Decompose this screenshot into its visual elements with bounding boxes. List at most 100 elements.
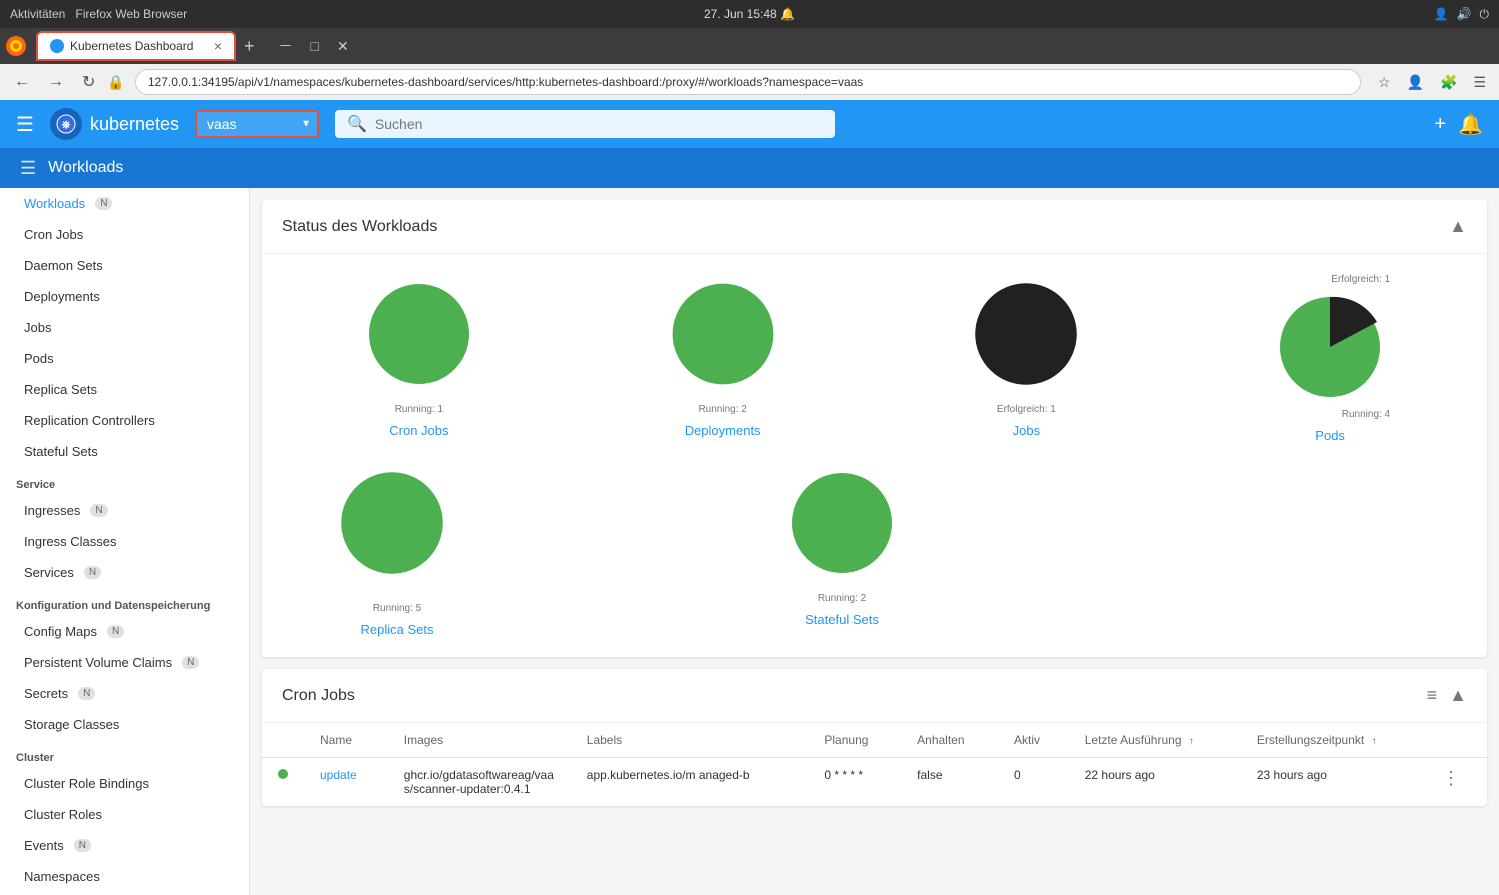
os-sound-icon[interactable]: 🔊 [1457, 7, 1472, 21]
cell-row-actions: ⋮ [1426, 758, 1487, 807]
browser-chrome: Kubernetes Dashboard × + － □ ✕ ← → ↻ 🔒 ☆… [0, 28, 1499, 100]
sidebar-pvc-label: Persistent Volume Claims [24, 655, 172, 670]
window-close-button[interactable]: ✕ [329, 36, 357, 57]
sidebar-cron-jobs-label: Cron Jobs [24, 227, 83, 242]
sidebar-item-events[interactable]: Events N [0, 830, 249, 861]
main-content: Workloads N Cron Jobs Daemon Sets Deploy… [0, 188, 1499, 895]
col-labels: Labels [571, 723, 809, 758]
workload-status-card: Status des Workloads ▲ Running: 1 Cron J… [262, 200, 1487, 657]
bookmark-button[interactable]: ☆ [1373, 72, 1396, 93]
cron-jobs-table: Name Images Labels Planung Anhalten Akti… [262, 723, 1487, 806]
refresh-button[interactable]: ↻ [76, 70, 101, 94]
window-controls: － □ ✕ [271, 34, 357, 58]
sidebar-item-ingress-classes[interactable]: Ingress Classes [0, 526, 249, 557]
sidebar-item-services[interactable]: Services N [0, 557, 249, 588]
sidebar-item-deployments[interactable]: Deployments [0, 281, 249, 312]
kubernetes-logo-icon: ⎈ [50, 108, 82, 140]
col-name: Name [304, 723, 388, 758]
extensions-button[interactable]: 🧩 [1435, 72, 1462, 93]
firefox-icon [4, 34, 28, 58]
sidebar-item-ingresses[interactable]: Ingresses N [0, 495, 249, 526]
sidebar-cluster-roles-label: Cluster Roles [24, 807, 102, 822]
namespace-selector-wrapper[interactable]: vaas default kube-system kube-public ▼ [195, 110, 319, 138]
sidebar-config-maps-badge: N [107, 625, 124, 638]
stateful-sets-running-label: Running: 2 [818, 593, 866, 604]
pods-chart-wrapper: Erfolgreich: 1 Running: 4 [1270, 274, 1390, 420]
os-power-icon[interactable]: ⏻ [1480, 7, 1490, 22]
filter-icon[interactable]: ≡ [1427, 685, 1438, 706]
workload-status-title: Status des Workloads [282, 218, 437, 236]
cron-jobs-collapse-icon[interactable]: ▲ [1449, 685, 1467, 706]
sidebar-item-cluster-role-bindings[interactable]: Cluster Role Bindings [0, 768, 249, 799]
chart-pods: Erfolgreich: 1 Running: 4 [1270, 274, 1390, 443]
os-user-icon[interactable]: 👤 [1434, 7, 1449, 21]
menu-button[interactable]: ☰ [1468, 72, 1491, 93]
collapse-icon[interactable]: ▲ [1449, 216, 1467, 237]
sidebar-item-storage-classes[interactable]: Storage Classes [0, 709, 249, 740]
row-name-link[interactable]: update [320, 768, 357, 782]
chart-jobs: Erfolgreich: 1 Jobs [966, 274, 1086, 443]
search-input[interactable] [375, 116, 823, 132]
top-nav: ☰ ⎈ kubernetes vaas default kube-system … [0, 100, 1499, 148]
sidebar-item-secrets[interactable]: Secrets N [0, 678, 249, 709]
sidebar-item-pvc[interactable]: Persistent Volume Claims N [0, 647, 249, 678]
sidebar-services-badge: N [84, 566, 101, 579]
sidebar-deployments-label: Deployments [24, 289, 100, 304]
back-button[interactable]: ← [8, 71, 36, 93]
cell-aktiv: 0 [998, 758, 1069, 807]
window-minimize-button[interactable]: － [271, 34, 301, 58]
sidebar-item-daemon-sets[interactable]: Daemon Sets [0, 250, 249, 281]
os-activities[interactable]: Aktivitäten [10, 7, 65, 21]
sidebar-cluster-header: Cluster [0, 740, 249, 768]
lock-icon: 🔒 [107, 74, 124, 91]
browser-tab-kubernetes[interactable]: Kubernetes Dashboard × [36, 31, 236, 61]
os-bar-left: Aktivitäten Firefox Web Browser [10, 7, 187, 21]
cron-jobs-table-title: Cron Jobs [282, 687, 355, 705]
sidebar-item-replica-sets[interactable]: Replica Sets [0, 374, 249, 405]
sidebar-stateful-sets-label: Stateful Sets [24, 444, 98, 459]
browser-actions: ☆ 👤 🧩 ☰ [1373, 72, 1491, 93]
sidebar-config-header: Konfiguration und Datenspeicherung [0, 588, 249, 616]
sidebar-events-badge: N [74, 839, 91, 852]
forward-button[interactable]: → [42, 71, 70, 93]
address-bar-row: ← → ↻ 🔒 ☆ 👤 🧩 ☰ [0, 64, 1499, 100]
table-controls: ≡ ▲ [1427, 685, 1467, 706]
sidebar-ingresses-badge: N [90, 504, 107, 517]
subtitle-menu-icon[interactable]: ☰ [20, 158, 36, 179]
sidebar-item-jobs[interactable]: Jobs [0, 312, 249, 343]
sidebar-secrets-label: Secrets [24, 686, 68, 701]
cell-anhalten: false [901, 758, 998, 807]
row-actions-button[interactable]: ⋮ [1442, 768, 1460, 788]
charts-row-2: Running: 5 Replica Sets Running: 2 State… [262, 463, 1487, 657]
sidebar-item-config-maps[interactable]: Config Maps N [0, 616, 249, 647]
new-tab-button[interactable]: + [240, 32, 259, 61]
kubernetes-logo-text: kubernetes [90, 114, 179, 135]
sidebar-item-replication-controllers[interactable]: Replication Controllers [0, 405, 249, 436]
sidebar-item-cron-jobs[interactable]: Cron Jobs [0, 219, 249, 250]
address-input[interactable] [135, 69, 1361, 95]
charts-row-1: Running: 1 Cron Jobs Running: 2 Deployme… [262, 254, 1487, 463]
sidebar-item-stateful-sets[interactable]: Stateful Sets [0, 436, 249, 467]
notification-icon[interactable]: 🔔 [1458, 112, 1483, 137]
account-button[interactable]: 👤 [1402, 72, 1429, 93]
namespace-selector[interactable]: vaas default kube-system kube-public [197, 112, 317, 136]
tab-title: Kubernetes Dashboard [70, 39, 193, 53]
cell-images: ghcr.io/gdatasoftwareag/vaas/scanner-upd… [388, 758, 571, 807]
os-bell-icon: 🔔 [780, 7, 795, 21]
chart-replica-sets: Running: 5 Replica Sets [332, 463, 462, 637]
tab-close-button[interactable]: × [214, 38, 222, 54]
sidebar-item-workloads[interactable]: Workloads N [0, 188, 249, 219]
cron-jobs-running-label: Running: 1 [395, 404, 443, 415]
hamburger-icon[interactable]: ☰ [16, 112, 34, 137]
add-icon[interactable]: + [1434, 113, 1446, 136]
sidebar-item-pods[interactable]: Pods [0, 343, 249, 374]
sidebar-namespaces-label: Namespaces [24, 869, 100, 884]
sidebar-item-cluster-roles[interactable]: Cluster Roles [0, 799, 249, 830]
os-bar-center: 27. Jun 15:48 🔔 [704, 7, 795, 21]
sidebar-replica-sets-label: Replica Sets [24, 382, 97, 397]
sidebar-item-namespaces[interactable]: Namespaces [0, 861, 249, 892]
cell-erstellungszeitpunkt: 23 hours ago [1241, 758, 1426, 807]
os-bar-right: 👤 🔊 ⏻ [1434, 7, 1489, 22]
window-maximize-button[interactable]: □ [303, 36, 327, 56]
sidebar-services-label: Services [24, 565, 74, 580]
